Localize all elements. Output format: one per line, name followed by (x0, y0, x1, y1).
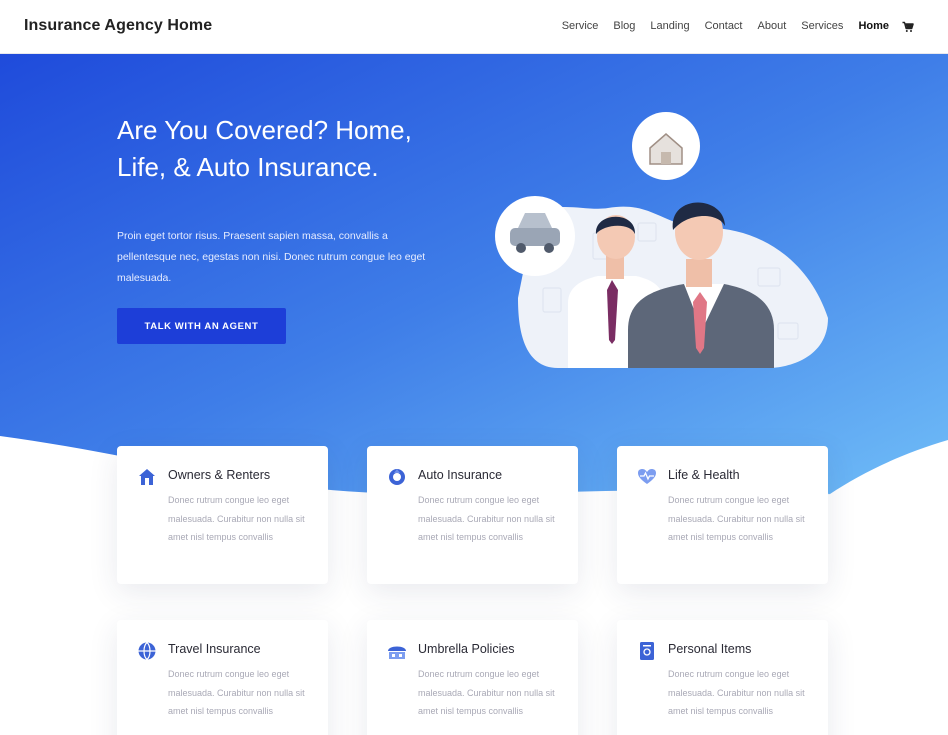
card-text: Donec rutrum congue leo eget malesuada. … (668, 495, 805, 542)
card-umbrella-policies[interactable]: Umbrella Policies Donec rutrum congue le… (367, 620, 578, 735)
globe-icon (137, 641, 157, 661)
hero-title: Are You Covered? Home, Life, & Auto Insu… (117, 115, 412, 182)
main-nav: Service Blog Landing Contact About Servi… (547, 20, 914, 32)
heart-icon (637, 467, 657, 487)
card-text: Donec rutrum congue leo eget malesuada. … (168, 669, 305, 716)
umbrella-icon (387, 641, 407, 661)
card-life-health[interactable]: Life & Health Donec rutrum congue leo eg… (617, 446, 828, 584)
card-text: Donec rutrum congue leo eget malesuada. … (168, 495, 305, 542)
nav-blog[interactable]: Blog (613, 20, 635, 32)
nav-about[interactable]: About (758, 20, 787, 32)
house-icon (137, 467, 157, 487)
card-auto-insurance[interactable]: Auto Insurance Donec rutrum congue leo e… (367, 446, 578, 584)
talk-with-agent-button[interactable]: TALK WITH AN AGENT (117, 308, 286, 344)
nav-service[interactable]: Service (562, 20, 599, 32)
nav-landing[interactable]: Landing (650, 20, 689, 32)
document-icon (637, 641, 657, 661)
card-owners-renters[interactable]: Owners & Renters Donec rutrum congue leo… (117, 446, 328, 584)
card-title: Life & Health (668, 468, 740, 482)
card-text: Donec rutrum congue leo eget malesuada. … (418, 495, 555, 542)
card-title: Travel Insurance (168, 642, 261, 656)
card-title: Personal Items (668, 642, 752, 656)
card-text: Donec rutrum congue leo eget malesuada. … (668, 669, 805, 716)
agents-illustration (495, 112, 828, 368)
card-title: Auto Insurance (418, 468, 503, 482)
card-text: Donec rutrum congue leo eget malesuada. … (418, 669, 555, 716)
site-header: Insurance Agency Home Service Blog Landi… (0, 0, 948, 54)
site-logo[interactable]: Insurance Agency Home (24, 17, 212, 35)
hero-section: Are You Covered? Home, Life, & Auto Insu… (0, 54, 948, 514)
card-title: Owners & Renters (168, 468, 271, 482)
nav-home[interactable]: Home (858, 20, 889, 32)
card-travel-insurance[interactable]: Travel Insurance Donec rutrum congue leo… (117, 620, 328, 735)
cart-icon[interactable] (902, 20, 914, 32)
card-title: Umbrella Policies (418, 642, 515, 656)
card-personal-items[interactable]: Personal Items Donec rutrum congue leo e… (617, 620, 828, 735)
nav-contact[interactable]: Contact (705, 20, 743, 32)
hero-description: Proin eget tortor risus. Praesent sapien… (117, 230, 426, 284)
car-icon (387, 467, 407, 487)
nav-services[interactable]: Services (801, 20, 843, 32)
